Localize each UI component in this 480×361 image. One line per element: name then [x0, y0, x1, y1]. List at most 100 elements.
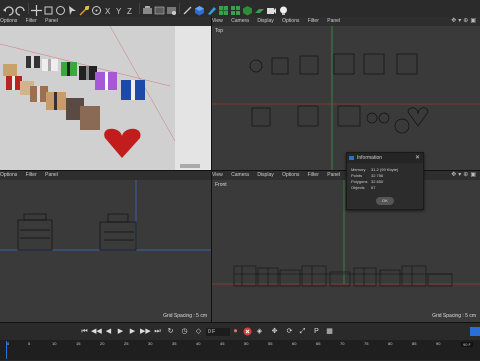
undo-icon[interactable]	[3, 3, 14, 16]
previous-frame-icon[interactable]: ◀	[104, 327, 113, 336]
info-value: 31.2 (99 Kbyte)	[371, 167, 399, 172]
front-view-gift-outlines	[233, 265, 453, 287]
right-view-scene	[0, 180, 211, 251]
next-key-icon[interactable]: ▶▶	[140, 327, 151, 336]
floor-icon[interactable]	[254, 3, 265, 14]
top-viewport[interactable]: View Camera Display Options Filter Panel…	[212, 17, 480, 170]
top-view-scene	[212, 26, 480, 170]
select-icon[interactable]	[67, 3, 78, 15]
move-icon[interactable]	[31, 3, 42, 16]
viewport-menu-filter[interactable]: Filter	[26, 18, 37, 24]
timeline-tick-label: 90	[436, 341, 441, 346]
record-active-icon[interactable]: ⏺	[231, 327, 240, 336]
redo-icon[interactable]	[15, 3, 26, 16]
viewport-menu-filter[interactable]: Filter	[308, 18, 319, 24]
viewport-menu-filter[interactable]: Filter	[308, 172, 319, 178]
viewport-menu-options[interactable]: Options	[282, 172, 299, 178]
svg-text:Y: Y	[116, 7, 122, 16]
right-viewport[interactable]: Options Filter Panel Grid Spacing : 5 cm	[0, 171, 211, 322]
camera-icon[interactable]	[266, 3, 277, 14]
timeline-ruler[interactable]: 0 5 10 15 20 25 30 35 40 45 50 55 60 65 …	[0, 340, 480, 360]
viewport-menu-filter[interactable]: Filter	[26, 172, 37, 178]
top-viewport-menu: View Camera Display Options Filter Panel	[212, 17, 480, 26]
play-icon[interactable]: ▶	[116, 327, 125, 336]
next-frame-icon[interactable]: ▶	[128, 327, 137, 336]
viewport-menu-options[interactable]: Options	[282, 18, 299, 24]
y-axis-icon[interactable]: Y	[114, 3, 125, 16]
timeline-tick-label: 25	[124, 341, 129, 346]
fps-icon[interactable]: ◷	[180, 327, 189, 336]
array-icon[interactable]	[230, 3, 241, 15]
timeline-tick-label: 30	[148, 341, 153, 346]
loop-icon[interactable]: ↻	[166, 327, 175, 336]
viewport-nav-icons[interactable]: ✥▾⊕▣	[451, 18, 478, 25]
timeline-tick-label: 65	[316, 341, 321, 346]
grid-spacing-label: Grid Spacing : 5 cm	[163, 313, 207, 319]
viewport-menu-options[interactable]: Options	[0, 172, 17, 178]
subdivision-icon[interactable]	[218, 3, 229, 15]
z-axis-icon[interactable]: Z	[125, 3, 136, 16]
timeline-tick-label: 85	[412, 341, 417, 346]
keyframe-mode-icon[interactable]: ◇	[194, 327, 203, 336]
perspective-scene	[0, 26, 211, 170]
dialog-title-bar[interactable]: Information ✕	[347, 153, 423, 163]
viewport-menu-panel[interactable]: Panel	[45, 172, 58, 178]
autokey-icon[interactable]	[243, 327, 252, 336]
timeline-tick-label: 55	[268, 341, 273, 346]
dialog-title: Information	[357, 155, 383, 161]
perspective-viewport[interactable]: Options Filter Panel	[0, 17, 211, 170]
info-value: 32 756	[371, 173, 384, 178]
go-to-start-icon[interactable]: ⏮	[80, 327, 89, 336]
keyframe-selection-icon[interactable]: ◈	[255, 327, 264, 336]
cube-primitive-icon[interactable]	[194, 3, 205, 16]
x-axis-icon[interactable]: X	[103, 3, 114, 16]
go-to-end-icon[interactable]: ⏭	[153, 327, 162, 336]
viewport-nav-icons[interactable]: ✥▾⊕▣	[451, 172, 478, 179]
viewport-menu-display[interactable]: Display	[257, 18, 273, 24]
viewport-menu-panel[interactable]: Panel	[327, 18, 340, 24]
top-view-gift-outlines	[249, 53, 429, 134]
viewport-menu-camera[interactable]: Camera	[231, 18, 249, 24]
render-view-icon[interactable]	[142, 3, 153, 14]
main-toolbar: X Y Z	[0, 0, 480, 18]
position-key-icon[interactable]: ✥	[270, 327, 279, 336]
previous-key-icon[interactable]: ◀◀	[91, 327, 102, 336]
timeline-tick-label: 15	[76, 341, 81, 346]
timeline-settings-icon[interactable]	[470, 327, 480, 336]
pla-key-icon[interactable]: ▦	[325, 327, 334, 336]
render-settings-icon[interactable]	[166, 3, 177, 15]
pen-tool-icon[interactable]	[206, 3, 217, 15]
light-icon[interactable]	[278, 3, 289, 15]
viewport-menu-display[interactable]: Display	[257, 172, 273, 178]
timeline-tick-label: 50	[244, 341, 249, 346]
scale-key-icon[interactable]: ⤢	[298, 327, 307, 336]
toolbar-divider	[179, 3, 180, 14]
deformer-icon[interactable]	[242, 3, 253, 16]
viewport-menu-panel[interactable]: Panel	[327, 172, 340, 178]
ok-button[interactable]: OK	[376, 197, 394, 205]
viewport-menu-options[interactable]: Options	[0, 18, 17, 24]
edit-mode-icon[interactable]	[182, 3, 193, 15]
timeline-tick-label: 0	[7, 341, 10, 346]
rotate-icon[interactable]	[55, 3, 66, 15]
current-frame-field[interactable]: 0 F	[206, 328, 230, 336]
select-loop-icon[interactable]	[79, 3, 90, 16]
info-value: 32 650	[371, 179, 384, 184]
render-active-icon[interactable]	[154, 3, 165, 15]
close-icon[interactable]: ✕	[415, 153, 420, 163]
coordinate-system-icon[interactable]	[91, 3, 102, 15]
viewport-menu-panel[interactable]: Panel	[45, 18, 58, 24]
perspective-viewport-menu: Options Filter Panel	[0, 17, 211, 26]
viewport-menu-view[interactable]: View	[212, 172, 223, 178]
timeline-tick-label: 5	[28, 341, 31, 346]
information-dialog: Information ✕ Memory 31.2 (99 Kbyte) Poi…	[346, 152, 424, 210]
scale-icon[interactable]	[43, 3, 54, 15]
viewport-menu-view[interactable]: View	[212, 18, 223, 24]
rotation-key-icon[interactable]: ⟳	[285, 327, 294, 336]
viewport-menu-camera[interactable]: Camera	[231, 172, 249, 178]
info-label: Polygons	[351, 179, 368, 184]
svg-text:Z: Z	[127, 7, 132, 16]
timeline-tick-label: 45	[220, 341, 225, 346]
end-frame-field[interactable]: 90 F	[461, 342, 474, 347]
parameter-key-icon[interactable]: P	[312, 327, 321, 336]
